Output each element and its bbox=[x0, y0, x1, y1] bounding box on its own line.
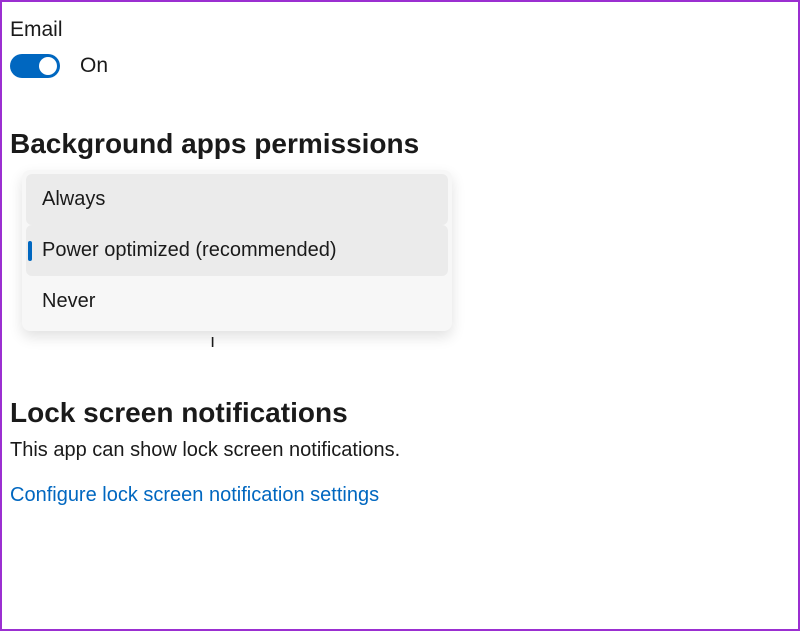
lock-screen-description: This app can show lock screen notificati… bbox=[10, 439, 790, 462]
email-toggle[interactable] bbox=[10, 54, 60, 78]
dropdown-option-always[interactable]: Always bbox=[26, 174, 448, 225]
lock-screen-section: Lock screen notifications This app can s… bbox=[10, 397, 790, 507]
background-apps-heading: Background apps permissions bbox=[10, 128, 790, 160]
lock-screen-heading: Lock screen notifications bbox=[10, 397, 790, 429]
dropdown-option-never[interactable]: Never bbox=[26, 276, 448, 327]
email-label: Email bbox=[10, 18, 790, 42]
toggle-knob bbox=[39, 57, 57, 75]
background-apps-dropdown[interactable]: Always Power optimized (recommended) Nev… bbox=[22, 170, 452, 331]
configure-lock-screen-link[interactable]: Configure lock screen notification setti… bbox=[10, 484, 790, 507]
email-toggle-state: On bbox=[80, 54, 108, 78]
email-toggle-row: On bbox=[10, 54, 790, 78]
dropdown-option-power-optimized[interactable]: Power optimized (recommended) bbox=[26, 225, 448, 276]
partially-hidden-text: | bbox=[210, 335, 790, 347]
